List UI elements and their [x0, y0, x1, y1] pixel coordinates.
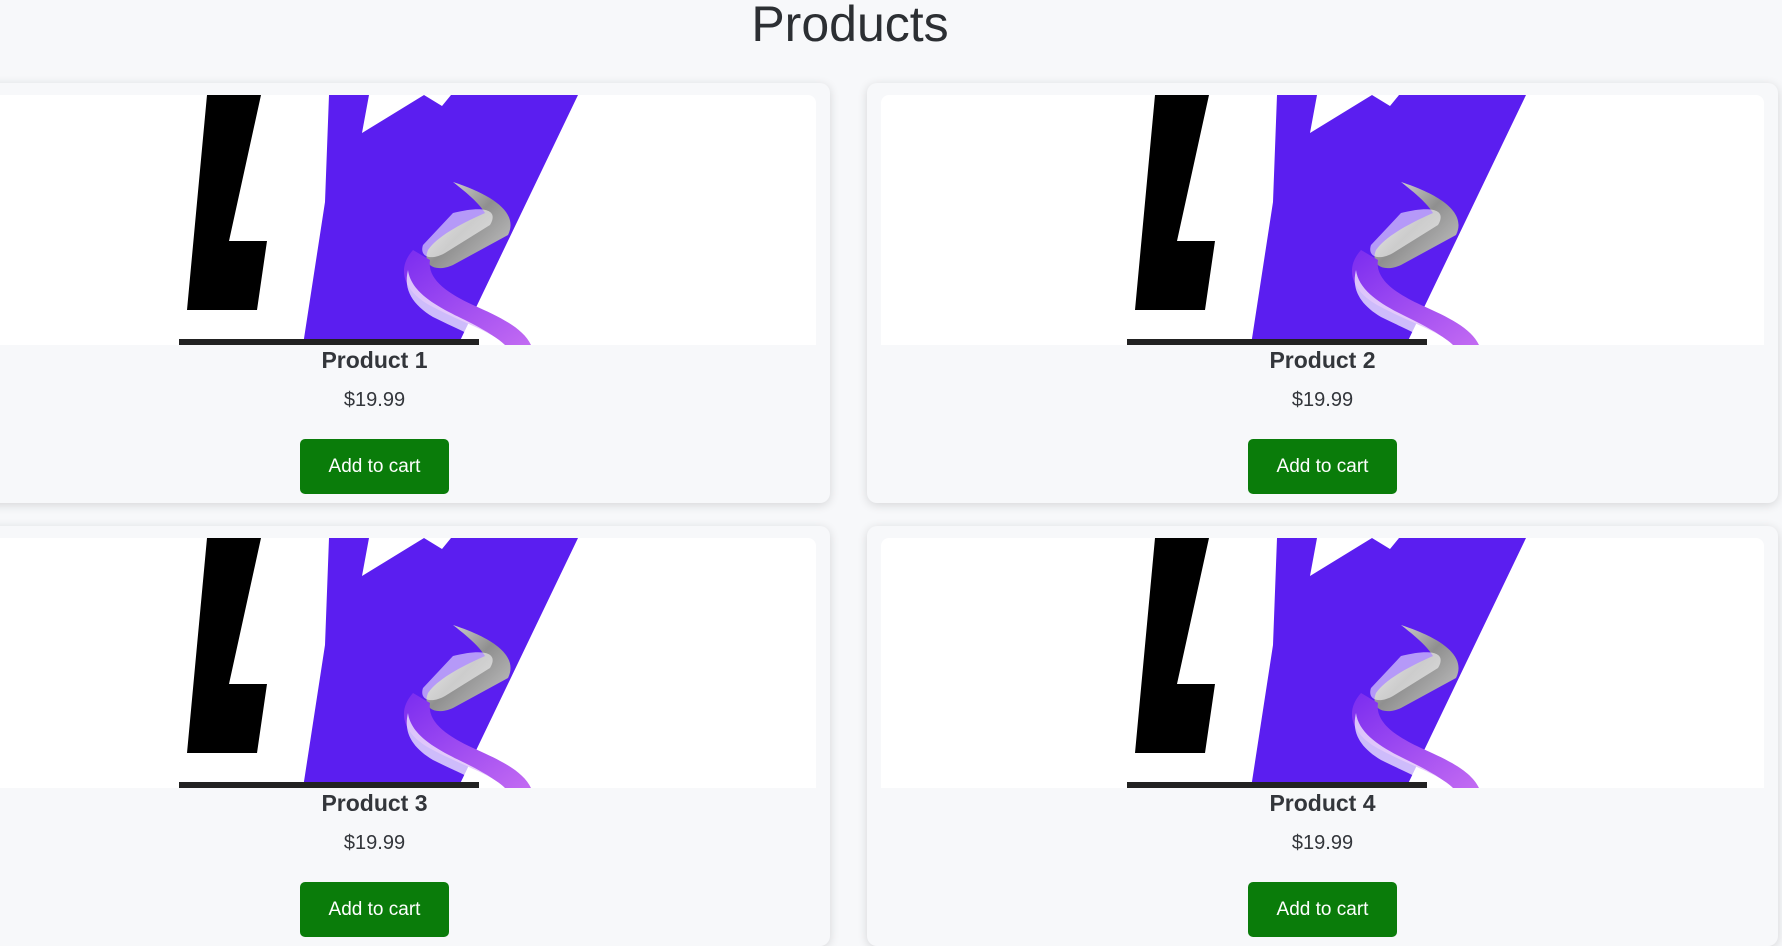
add-to-cart-button[interactable]: Add to cart: [1248, 882, 1397, 937]
product-card: Product 1 $19.99 Add to cart: [0, 83, 830, 503]
lw-logo-icon: [179, 95, 578, 345]
add-to-cart-button[interactable]: Add to cart: [300, 439, 449, 494]
add-to-cart-button[interactable]: Add to cart: [300, 882, 449, 937]
lw-logo-icon: [179, 538, 578, 788]
product-price: $19.99: [1291, 389, 1354, 411]
lw-logo-icon: [1127, 538, 1526, 788]
product-price: $19.99: [1291, 832, 1354, 854]
product-card: Product 3 $19.99 Add to cart: [0, 526, 830, 946]
product-card: Product 4 $19.99 Add to cart: [867, 526, 1778, 946]
product-image: [0, 538, 816, 788]
product-image: [0, 95, 816, 345]
add-to-cart-button[interactable]: Add to cart: [1248, 439, 1397, 494]
lw-logo-icon: [1127, 95, 1526, 345]
product-name: Product 4: [1269, 790, 1376, 816]
product-card: Product 2 $19.99 Add to cart: [867, 83, 1778, 503]
product-price: $19.99: [343, 832, 406, 854]
page-title: Products: [751, 0, 949, 52]
product-name: Product 1: [321, 347, 428, 373]
product-price: $19.99: [343, 389, 406, 411]
product-name: Product 2: [1269, 347, 1376, 373]
product-image: [881, 538, 1764, 788]
product-image: [881, 95, 1764, 345]
product-name: Product 3: [321, 790, 428, 816]
